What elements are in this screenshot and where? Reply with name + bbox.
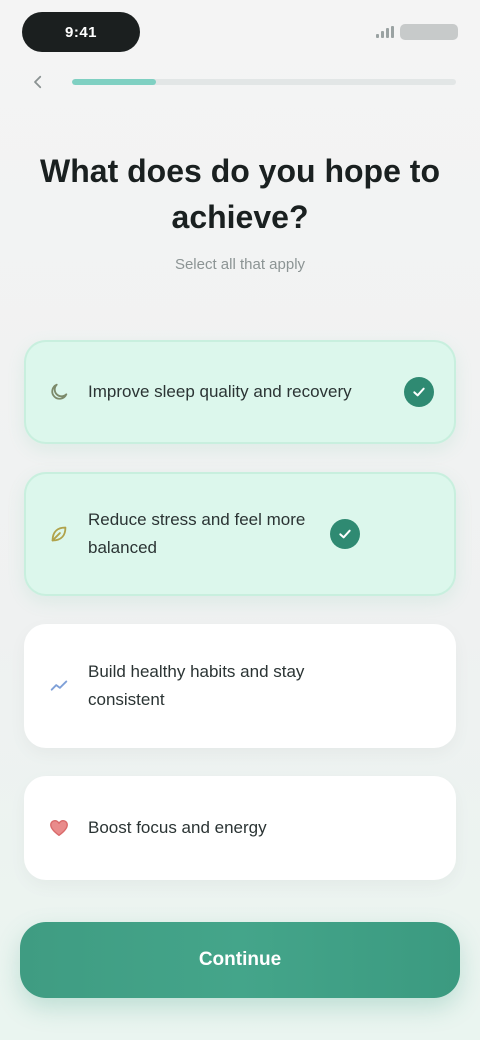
- option-sleep[interactable]: Improve sleep quality and recovery: [24, 340, 456, 444]
- page-subtitle: Select all that apply: [174, 256, 306, 273]
- status-indicators: [376, 24, 458, 40]
- chart-icon: [46, 673, 72, 699]
- option-label: Build healthy habits and stay consistent: [88, 662, 305, 709]
- option-label: Boost focus and energy: [88, 818, 267, 837]
- check-icon: [404, 377, 434, 407]
- option-stress[interactable]: Reduce stress and feel more balanced: [24, 472, 456, 596]
- leaf-icon: [46, 521, 72, 547]
- status-time: 9:41: [22, 12, 140, 52]
- status-bar: 9:41: [22, 10, 458, 54]
- progress-bar: [72, 79, 456, 85]
- moon-icon: [46, 379, 72, 405]
- option-habits[interactable]: Build healthy habits and stay consistent: [24, 624, 456, 748]
- onboarding-screen: 9:41 What does do you hope to achieve? S…: [0, 0, 480, 1040]
- progress-fill: [72, 79, 157, 85]
- signal-icon: [376, 26, 394, 38]
- check-icon: [330, 519, 360, 549]
- battery-icon: [400, 24, 458, 40]
- heart-icon: [46, 815, 72, 841]
- option-label: Reduce stress and feel more balanced: [88, 510, 306, 557]
- options-list: Improve sleep quality and recovery Reduc…: [24, 340, 456, 880]
- back-button[interactable]: [24, 68, 52, 96]
- continue-button[interactable]: Continue: [20, 922, 460, 998]
- back-arrow-icon: [34, 75, 42, 89]
- top-nav: [24, 66, 456, 98]
- page-title: What does do you hope to achieve?: [40, 153, 440, 235]
- cta-container: Continue: [20, 922, 460, 998]
- option-focus[interactable]: Boost focus and energy: [24, 776, 456, 880]
- option-label: Improve sleep quality and recovery: [88, 382, 352, 401]
- question-heading: What does do you hope to achieve? Select…: [40, 148, 440, 273]
